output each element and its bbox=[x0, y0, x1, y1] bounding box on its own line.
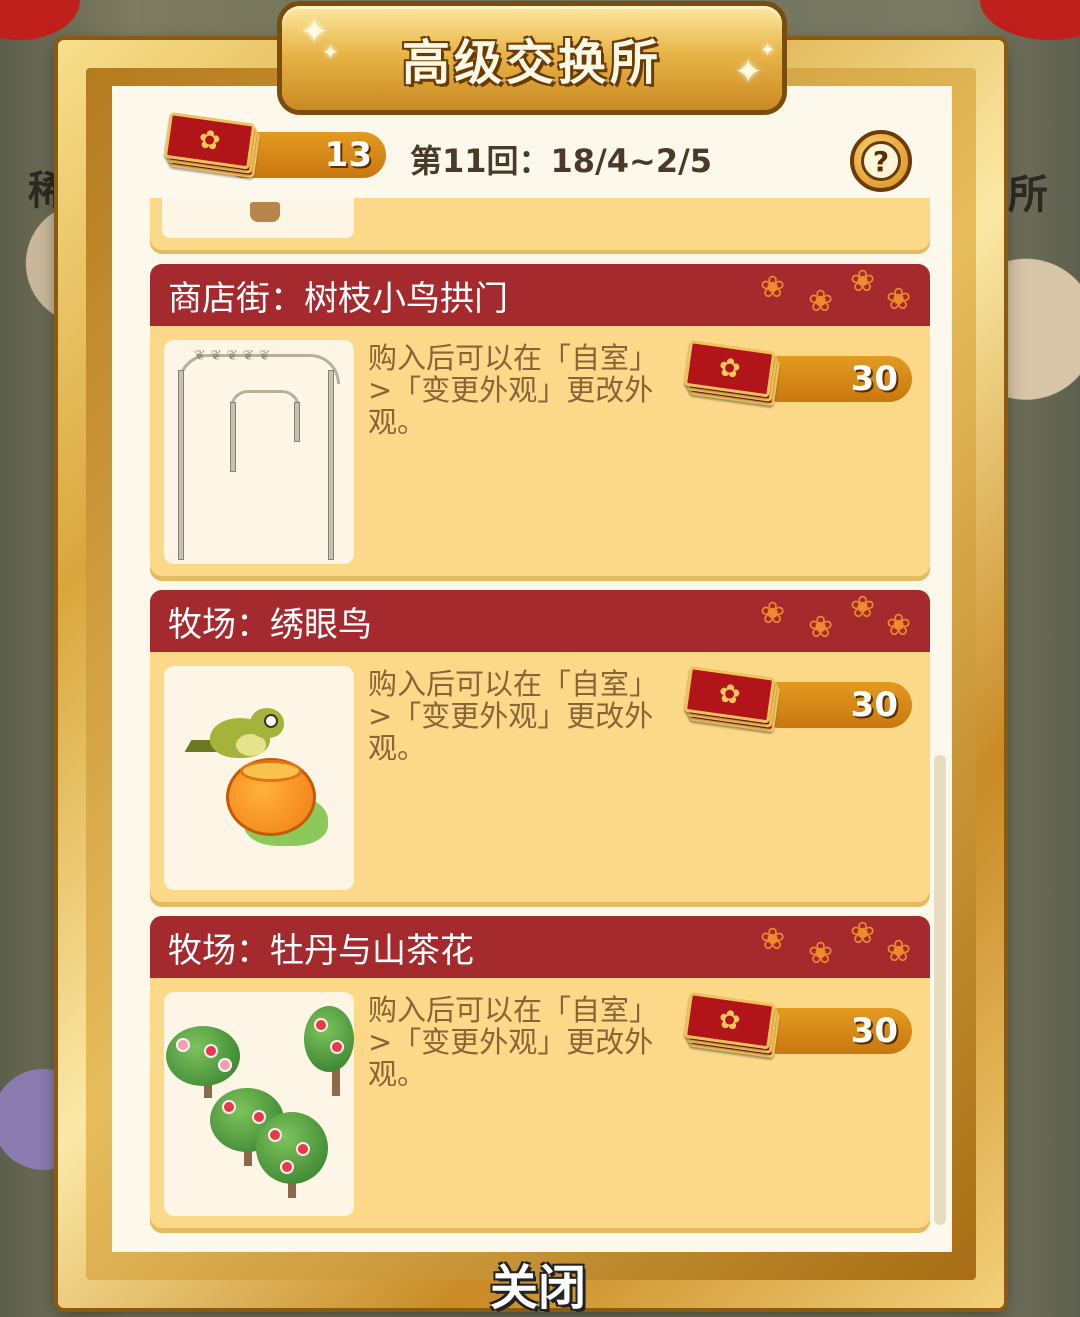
item-name: 牧场：绣眼鸟 bbox=[168, 604, 372, 645]
item-header: 牧场：牡丹与山茶花 ❀ ❀ ❀ ❀ bbox=[150, 916, 930, 978]
rose-decoration-icon: ❀ ❀ ❀ ❀ bbox=[760, 264, 912, 319]
sparkle-icon: ✦ bbox=[322, 40, 339, 64]
help-button[interactable]: ? bbox=[850, 130, 912, 192]
list-item[interactable]: 商店街：树枝小鸟拱门 ❀ ❀ ❀ ❀ ❦ ❦ ❦ ❦ ❦ 购入后可以在「自室」>「变更… bbox=[150, 264, 930, 576]
list-item[interactable]: 牧场：牡丹与山茶花 ❀ ❀ ❀ ❀ 购入后可以在「自室」>「变更外观」更改外观。 30… bbox=[150, 916, 930, 1228]
background-sign-right: 所 bbox=[1008, 172, 1048, 218]
item-description: 购入后可以在「自室」>「变更外观」更改外观。 bbox=[368, 993, 659, 1091]
title-plate: 高级交换所 bbox=[282, 6, 782, 110]
item-price: 30 bbox=[850, 1011, 898, 1051]
round-period: 第11回：18/4~2/5 bbox=[410, 142, 713, 180]
item-thumbnail bbox=[162, 198, 354, 238]
sparkle-icon: ✦ bbox=[734, 52, 763, 92]
dialog-title: 高级交换所 bbox=[401, 35, 662, 91]
flower-pot-icon bbox=[250, 202, 280, 222]
list-scrollbar[interactable] bbox=[934, 755, 946, 1225]
item-name: 商店街：树枝小鸟拱门 bbox=[168, 278, 508, 319]
rose-ticket-icon: ✿ bbox=[683, 339, 781, 407]
sparkle-icon: ✦ bbox=[760, 40, 776, 61]
item-price: 30 bbox=[850, 685, 898, 725]
rose-decoration-icon: ❀ ❀ ❀ ❀ bbox=[760, 916, 912, 971]
rose-ticket-icon: ✿ bbox=[683, 992, 781, 1059]
item-description: 购入后可以在「自室」>「变更外观」更改外观。 bbox=[368, 667, 659, 765]
item-header: 牧场：绣眼鸟 ❀ ❀ ❀ ❀ bbox=[150, 590, 930, 652]
flower-bushes-thumbnail bbox=[164, 992, 354, 1216]
close-button[interactable]: 关闭 bbox=[490, 1248, 586, 1317]
question-icon: ? bbox=[861, 141, 901, 181]
item-description: 购入后可以在「自室」>「变更外观」更改外观。 bbox=[368, 341, 659, 439]
item-price: 30 bbox=[850, 359, 898, 399]
list-item-partial bbox=[150, 198, 930, 250]
item-header: 商店街：树枝小鸟拱门 ❀ ❀ ❀ ❀ bbox=[150, 264, 930, 326]
bird-thumbnail bbox=[164, 666, 354, 890]
list-item[interactable]: 牧场：绣眼鸟 ❀ ❀ ❀ ❀ 购入后可以在「自室」>「变更外观」更改外观。 30 ✿ bbox=[150, 590, 930, 902]
item-name: 牧场：牡丹与山茶花 bbox=[168, 930, 474, 971]
ticket-count: 13 bbox=[324, 135, 372, 175]
arch-thumbnail: ❦ ❦ ❦ ❦ ❦ bbox=[164, 340, 354, 564]
rose-ticket-icon: ✿ bbox=[683, 666, 781, 733]
rose-decoration-icon: ❀ ❀ ❀ ❀ bbox=[760, 590, 912, 645]
